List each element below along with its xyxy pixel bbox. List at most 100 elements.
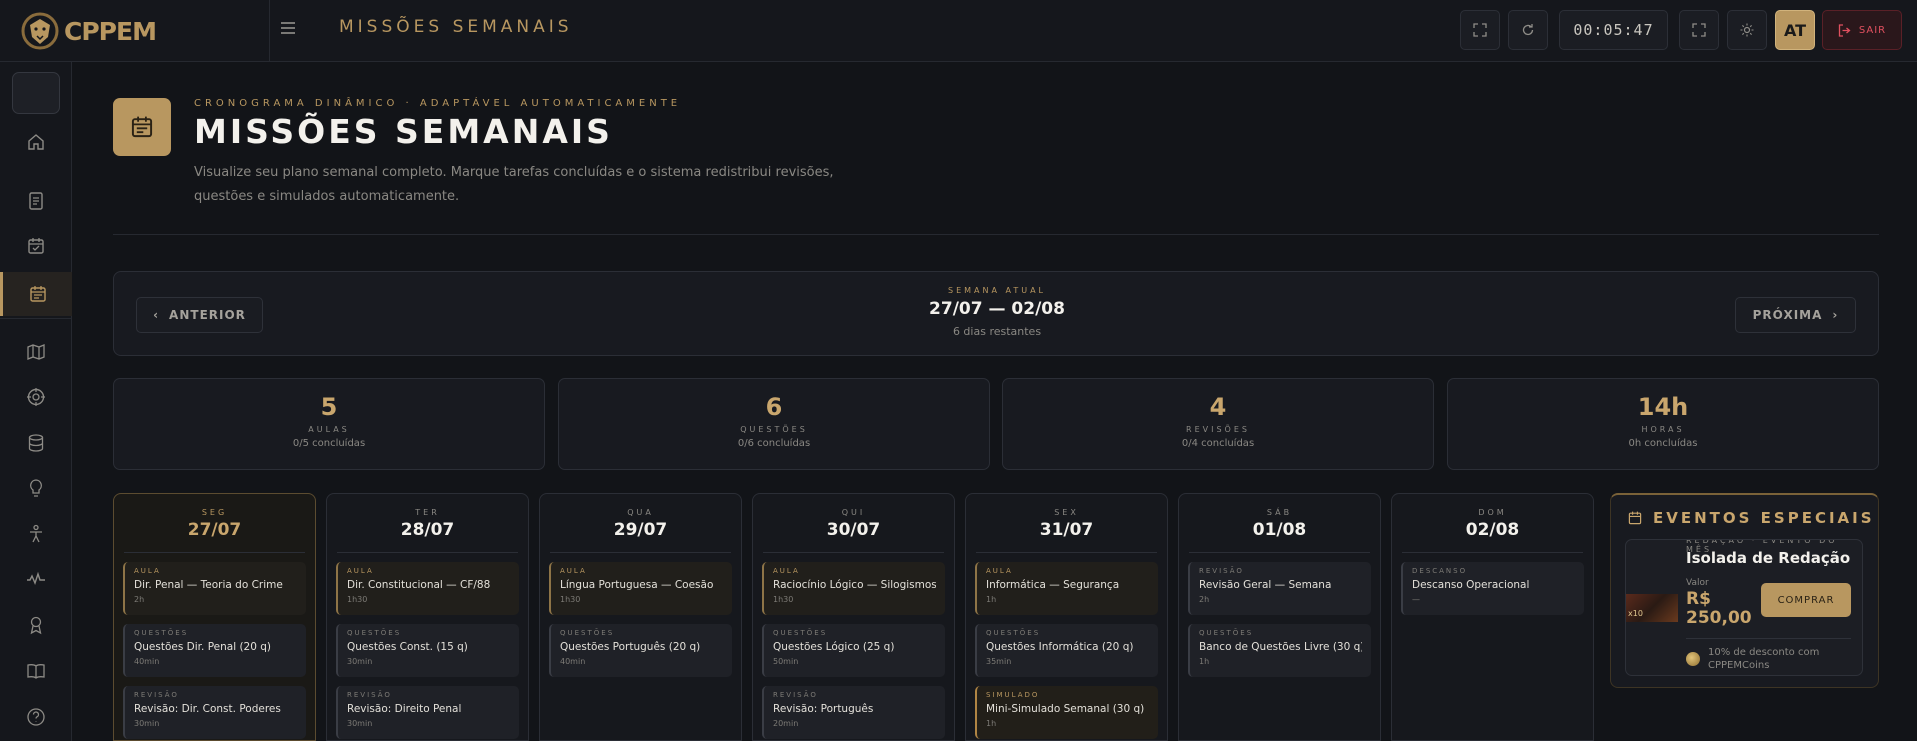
sidebar-item-ideas[interactable] bbox=[0, 466, 72, 510]
stat-sub: 0/6 concluídas bbox=[737, 438, 811, 449]
award-icon bbox=[30, 616, 42, 635]
next-week-button[interactable]: PRÓXIMA › bbox=[1735, 297, 1856, 333]
menu-icon[interactable] bbox=[276, 16, 300, 40]
stat-sub: 0/5 concluídas bbox=[292, 438, 366, 449]
task-card[interactable]: QUESTÕES Banco de Questões Livre (30 q) 1h bbox=[1188, 624, 1371, 677]
task-duration: 1h bbox=[986, 595, 997, 604]
day-weekday: SEX bbox=[1054, 508, 1079, 517]
task-type: AULA bbox=[134, 567, 161, 575]
task-card[interactable]: QUESTÕES Questões Português (20 q) 40min bbox=[549, 624, 732, 677]
sidebar-item-database[interactable] bbox=[0, 421, 72, 465]
avatar[interactable]: AT bbox=[1775, 10, 1815, 50]
events-header: EVENTOS ESPECIAIS bbox=[1627, 509, 1875, 527]
day-date: 27/07 bbox=[187, 520, 242, 540]
sidebar-item-activity[interactable] bbox=[0, 557, 72, 601]
task-card[interactable]: QUESTÕES Questões Dir. Penal (20 q) 40min bbox=[123, 624, 306, 677]
task-card[interactable]: REVISÃO Revisão Geral — Semana 2h bbox=[1188, 562, 1371, 615]
logo[interactable]: CPPEM bbox=[20, 10, 270, 52]
task-card[interactable]: SIMULADO Mini-Simulado Semanal (30 q) 1h bbox=[975, 686, 1158, 739]
stat-card-aulas: 5 AULAS 0/5 concluídas bbox=[113, 378, 545, 470]
day-column-seg: SEG 27/07 AULA Dir. Penal — Teoria do Crim… bbox=[113, 493, 316, 741]
task-card[interactable]: QUESTÕES Questões Lógico (25 q) 50min bbox=[762, 624, 945, 677]
week-kicker: SEMANA ATUAL bbox=[947, 286, 1047, 295]
task-card[interactable]: REVISÃO Revisão: Direito Penal 30min bbox=[336, 686, 519, 739]
week-range: 27/07 — 02/08 bbox=[929, 299, 1065, 319]
task-card[interactable]: AULA Informática — Segurança 1h bbox=[975, 562, 1158, 615]
task-card[interactable]: AULA Língua Portuguesa — Coesão 1h30 bbox=[549, 562, 732, 615]
day-date: 02/08 bbox=[1465, 520, 1520, 540]
logout-icon bbox=[1838, 23, 1851, 37]
day-weekday: QUA bbox=[627, 508, 654, 517]
task-card[interactable]: QUESTÕES Questões Informática (20 q) 35min bbox=[975, 624, 1158, 677]
previous-week-label: ANTERIOR bbox=[169, 308, 246, 322]
buy-button[interactable]: COMPRAR bbox=[1761, 583, 1851, 617]
task-name: Descanso Operacional bbox=[1412, 579, 1530, 591]
event-divider bbox=[1686, 638, 1851, 639]
task-type: REVISÃO bbox=[134, 691, 179, 699]
day-date: 01/08 bbox=[1252, 520, 1307, 540]
refresh-button[interactable] bbox=[1508, 10, 1548, 50]
day-column-sex: SEX 31/07 AULA Informática — Segurança 1h Q… bbox=[965, 493, 1168, 741]
section-divider bbox=[113, 234, 1879, 235]
day-weekday: SEG bbox=[201, 508, 228, 517]
special-events-panel: EVENTOS ESPECIAIS REDAÇÃO · EVENTO DO MÊ… bbox=[1610, 493, 1879, 688]
next-week-label: PRÓXIMA bbox=[1752, 308, 1823, 322]
day-date: 31/07 bbox=[1039, 520, 1094, 540]
day-weekday: TER bbox=[415, 508, 440, 517]
sidebar-item-notes[interactable] bbox=[0, 179, 72, 223]
task-type: AULA bbox=[986, 567, 1013, 575]
help-icon bbox=[27, 708, 45, 726]
task-card[interactable]: QUESTÕES Questões Const. (15 q) 30min bbox=[336, 624, 519, 677]
sidebar-item-home[interactable] bbox=[0, 120, 72, 164]
day-column-qui: QUI 30/07 AULA Raciocínio Lógico — Silogis… bbox=[752, 493, 955, 741]
task-name: Revisão: Português bbox=[773, 703, 874, 715]
day-column-dom: DOM 02/08 DESCANSO Descanso Operacional — bbox=[1391, 493, 1594, 741]
sidebar-profile-slot[interactable] bbox=[12, 72, 60, 114]
sidebar-item-achievements[interactable] bbox=[0, 603, 72, 647]
event-card[interactable]: REDAÇÃO · EVENTO DO MÊS Isolada de Redaç… bbox=[1625, 539, 1863, 676]
theme-toggle-button[interactable] bbox=[1727, 10, 1767, 50]
chevron-right-icon: › bbox=[1832, 308, 1839, 322]
previous-week-button[interactable]: ‹ ANTERIOR bbox=[136, 297, 263, 333]
task-card[interactable]: AULA Raciocínio Lógico — Silogismos 1h30 bbox=[762, 562, 945, 615]
calendar-icon bbox=[29, 286, 46, 302]
event-title: Isolada de Redação bbox=[1686, 549, 1851, 567]
database-icon bbox=[28, 434, 44, 452]
focus-mode-button[interactable] bbox=[1679, 10, 1719, 50]
day-date: 28/07 bbox=[400, 520, 455, 540]
task-name: Revisão Geral — Semana bbox=[1199, 579, 1332, 591]
task-card[interactable]: REVISÃO Revisão: Dir. Const. Poderes 30min bbox=[123, 686, 306, 739]
sidebar-item-training[interactable] bbox=[0, 512, 72, 556]
day-weekday: DOM bbox=[1478, 508, 1507, 517]
task-duration: 2h bbox=[134, 595, 145, 604]
day-column-qua: QUA 29/07 AULA Língua Portuguesa — Coesão 1… bbox=[539, 493, 742, 741]
sidebar-item-help[interactable] bbox=[0, 695, 72, 739]
stat-label: HORAS bbox=[1641, 425, 1685, 434]
task-duration: 1h30 bbox=[347, 595, 368, 604]
exit-button[interactable]: SAIR bbox=[1822, 10, 1902, 50]
event-discount: 10% de desconto com CPPEMCoins bbox=[1708, 647, 1820, 671]
sidebar-item-map[interactable] bbox=[0, 330, 72, 374]
sidebar-item-tasks[interactable] bbox=[0, 224, 72, 268]
task-duration: 1h bbox=[1199, 657, 1210, 666]
topbar-divider bbox=[269, 0, 270, 62]
task-card[interactable]: AULA Dir. Penal — Teoria do Crime 2h bbox=[123, 562, 306, 615]
map-icon bbox=[27, 344, 45, 360]
logo-text: CPPEM bbox=[64, 16, 157, 46]
sidebar-item-target[interactable] bbox=[0, 375, 72, 419]
stat-label: REVISÕES bbox=[1186, 425, 1250, 434]
task-card[interactable]: DESCANSO Descanso Operacional — bbox=[1401, 562, 1584, 615]
task-name: Questões Informática (20 q) bbox=[986, 641, 1134, 653]
task-type: SIMULADO bbox=[986, 691, 1040, 699]
task-card[interactable]: REVISÃO Revisão: Português 20min bbox=[762, 686, 945, 739]
day-column-sab: SÁB 01/08 REVISÃO Revisão Geral — Semana 2h… bbox=[1178, 493, 1381, 741]
expand-icon bbox=[1692, 23, 1706, 37]
task-type: REVISÃO bbox=[1199, 567, 1244, 575]
sidebar-item-weekly-missions[interactable] bbox=[0, 272, 72, 316]
task-duration: 40min bbox=[560, 657, 586, 666]
sidebar-item-library[interactable] bbox=[0, 649, 72, 693]
task-card[interactable]: AULA Dir. Constitucional — CF/88 1h30 bbox=[336, 562, 519, 615]
refresh-icon bbox=[1522, 24, 1534, 36]
fullscreen-button[interactable] bbox=[1460, 10, 1500, 50]
lightbulb-icon bbox=[30, 479, 42, 497]
